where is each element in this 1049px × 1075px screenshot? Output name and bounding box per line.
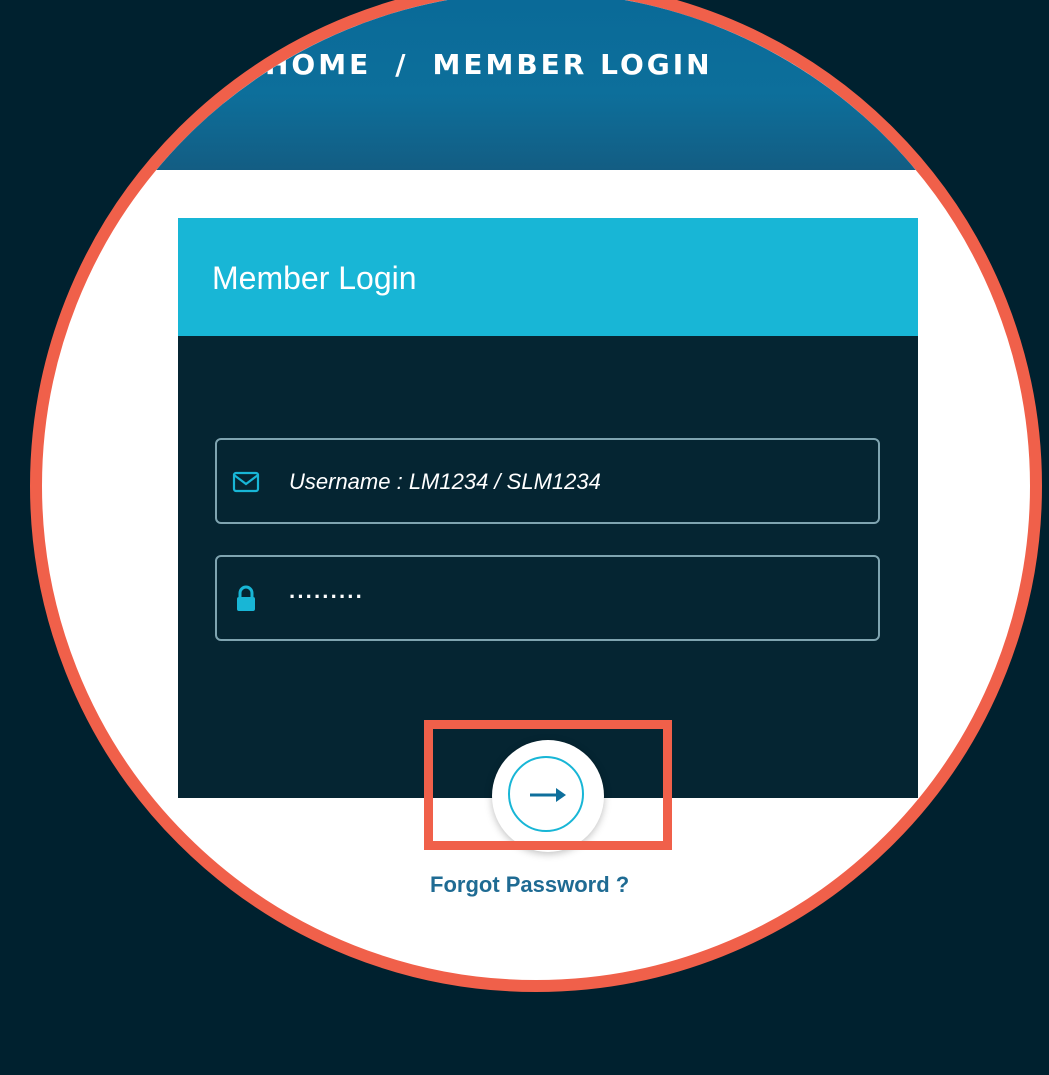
breadcrumb-current: MEMBER LOGIN	[432, 48, 713, 81]
zoomed-page: HOME / MEMBER LOGIN Member Login Username …	[42, 0, 1030, 980]
breadcrumb-separator: /	[395, 48, 409, 81]
username-field[interactable]: Username : LM1234 / SLM1234	[215, 438, 880, 524]
zoom-circle: HOME / MEMBER LOGIN Member Login Username …	[30, 0, 1042, 992]
password-value: ·········	[289, 584, 364, 609]
login-card-title: Member Login	[212, 260, 417, 296]
login-card: Member Login Username : LM1234 / SLM1234	[178, 218, 918, 798]
password-field[interactable]: ·········	[215, 555, 880, 641]
username-placeholder: Username : LM1234 / SLM1234	[289, 469, 601, 494]
submit-highlight-box	[424, 720, 672, 850]
breadcrumb: HOME / MEMBER LOGIN	[265, 48, 713, 81]
breadcrumb-home[interactable]: HOME	[265, 48, 371, 81]
envelope-icon	[231, 467, 261, 497]
page-header-band: HOME / MEMBER LOGIN	[42, 0, 1030, 170]
forgot-password-link[interactable]: Forgot Password ?	[430, 872, 629, 898]
login-card-header: Member Login	[178, 218, 918, 336]
lock-icon	[231, 584, 261, 614]
